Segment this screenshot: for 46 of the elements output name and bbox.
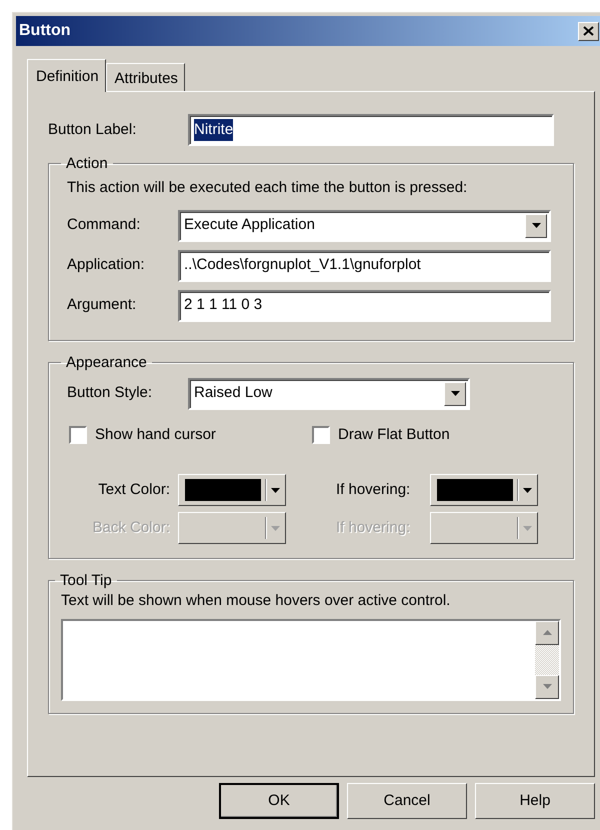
dropdown-button[interactable] [525,214,547,238]
close-button[interactable] [578,22,599,40]
window-title: Button [19,21,71,41]
text-field[interactable]: ..\Codes\forgnuplot_V1.1\gnuforplot [178,250,551,282]
caret-icon [271,488,280,492]
caret-icon [542,684,552,689]
group-title: Action [65,156,109,171]
scroll-down-button[interactable] [535,674,559,698]
dialog-button[interactable]: OK [219,783,339,819]
tab[interactable]: Attributes [106,63,185,91]
dropdown-button[interactable] [444,382,466,406]
tab[interactable]: Definition [27,59,106,92]
style-dropdown[interactable]: Raised Low [188,378,470,410]
field-label: Text Color: [97,480,171,500]
checkbox[interactable] [312,426,330,444]
field-value: Nitrite [194,118,234,142]
field-label: Command: [67,215,142,236]
dialog-button[interactable]: Help [475,783,595,819]
caret-icon [523,488,532,492]
color-picker[interactable] [430,474,538,506]
tooltip-text-area[interactable] [61,618,561,700]
group-title: Tool Tip [59,573,113,588]
text-field[interactable]: Nitrite [188,114,554,146]
group-title: Appearance [65,354,148,370]
close-icon [583,26,594,36]
dialog-button[interactable]: Cancel [347,783,467,819]
scrollbar[interactable] [535,620,559,698]
checkbox-label: Show hand cursor [95,424,216,444]
field-label: Button Label: [48,120,138,140]
checkbox-label: Draw Flat Button [338,424,450,444]
caret-icon [271,526,280,530]
field-label: Application: [67,255,146,276]
caret-icon [450,391,460,396]
scroll-up-button[interactable] [535,620,559,644]
caret-icon [523,526,532,530]
field-label: If hovering: [336,480,412,500]
description-text: This action will be executed each time the button is pressed: [67,178,468,198]
description-text: Text will be shown when mouse hovers over active control. [61,591,452,611]
caret-icon [532,223,540,228]
command-dropdown[interactable]: Execute Application [178,210,551,242]
field-label: Button Style: [67,383,154,404]
text-field[interactable]: 2 1 1 11 0 3 [178,290,551,322]
color-picker[interactable] [178,474,286,506]
checkbox[interactable] [69,426,87,444]
caret-icon [542,630,552,635]
field-label: Argument: [67,295,138,316]
